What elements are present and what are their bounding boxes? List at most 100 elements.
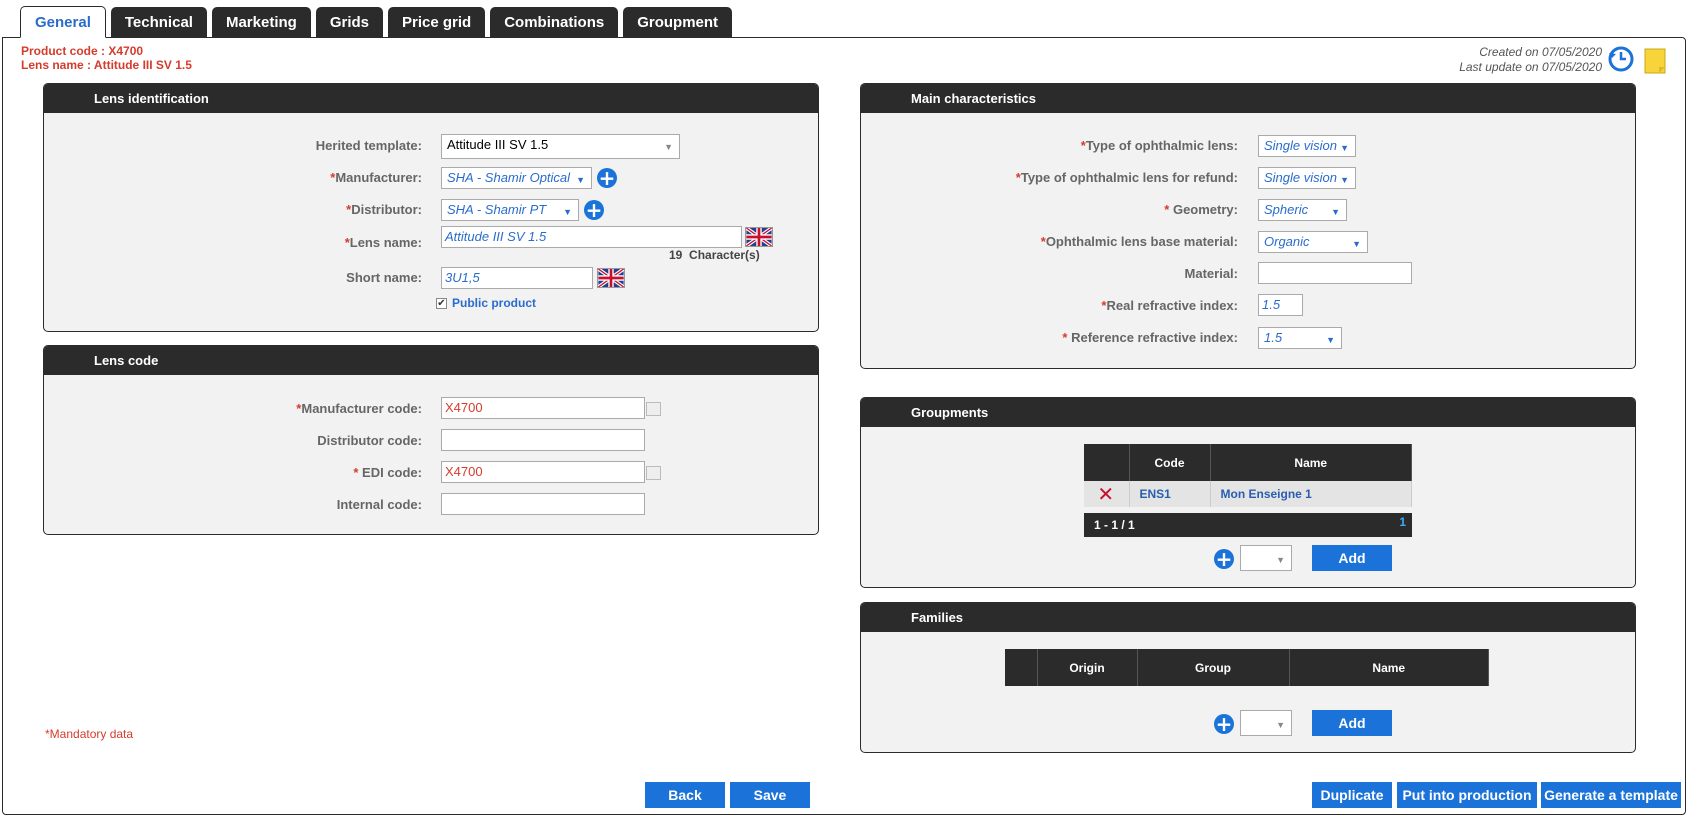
distributor-label: *Distributor: bbox=[346, 202, 422, 217]
tab-combinations[interactable]: Combinations bbox=[490, 7, 619, 38]
type-lens-refund-select[interactable]: Single vision ▼ bbox=[1258, 167, 1356, 189]
barcode-image-icon[interactable] bbox=[646, 466, 661, 480]
origin-column-header[interactable]: Origin bbox=[1037, 649, 1138, 686]
short-name-input[interactable]: 3U1,5 bbox=[441, 267, 593, 289]
ref-index-value: 1.5 bbox=[1264, 330, 1283, 345]
barcode-image-icon[interactable] bbox=[646, 402, 661, 416]
lens-name-label: *Lens name: bbox=[344, 235, 422, 250]
updated-date: Last update on 07/05/2020 bbox=[1459, 60, 1602, 74]
tab-technical[interactable]: Technical bbox=[110, 7, 207, 38]
back-button[interactable]: Back bbox=[645, 782, 725, 808]
chevron-down-icon: ▼ bbox=[1326, 335, 1335, 345]
name-cell[interactable]: Mon Enseigne 1 bbox=[1210, 481, 1412, 507]
geometry-select[interactable]: Spheric ▼ bbox=[1258, 199, 1347, 221]
tab-marketing[interactable]: Marketing bbox=[211, 7, 311, 38]
groupment-select[interactable]: ▼ bbox=[1240, 545, 1292, 571]
type-lens-select[interactable]: Single vision ▼ bbox=[1258, 135, 1356, 157]
ref-index-select[interactable]: 1.5 ▼ bbox=[1258, 327, 1342, 349]
select-column-header bbox=[1005, 649, 1038, 686]
distributor-value: SHA - Shamir PT bbox=[447, 202, 547, 217]
add-groupment-plus-icon[interactable]: + bbox=[1214, 549, 1234, 569]
internal-code-input[interactable] bbox=[441, 493, 645, 515]
dates-info: Created on 07/05/2020 Last update on 07/… bbox=[1459, 45, 1602, 75]
lens-identification-panel: Lens identification Herited template: At… bbox=[43, 83, 819, 332]
lens-name-input[interactable]: Attitude III SV 1.5 bbox=[441, 226, 742, 248]
material-label: Material: bbox=[1184, 266, 1238, 281]
chevron-down-icon: ▼ bbox=[1276, 555, 1285, 565]
lens-name-header: Lens name : Attitude III SV 1.5 bbox=[21, 58, 192, 72]
generate-template-button[interactable]: Generate a template bbox=[1541, 782, 1681, 808]
delete-x-icon[interactable]: ✕ bbox=[1097, 482, 1114, 506]
chevron-down-icon: ▼ bbox=[563, 207, 572, 217]
type-lens-value: Single vision bbox=[1264, 138, 1337, 153]
groupments-table: Code Name ✕ ENS1 Mon Enseigne 1 bbox=[1084, 444, 1412, 507]
manufacturer-label: *Manufacturer: bbox=[330, 170, 422, 185]
panel-title: Lens code bbox=[44, 346, 818, 375]
delete-cell: ✕ bbox=[1084, 481, 1130, 507]
type-lens-label: *Type of ophthalmic lens: bbox=[1080, 138, 1238, 153]
add-family-plus-icon[interactable]: + bbox=[1214, 714, 1234, 734]
note-icon[interactable] bbox=[1643, 45, 1667, 75]
group-column-header[interactable]: Group bbox=[1137, 649, 1290, 686]
product-info: Product code : X4700 Lens name : Attitud… bbox=[21, 44, 192, 72]
character-count: 19 Character(s) bbox=[669, 248, 760, 262]
add-manufacturer-icon[interactable]: + bbox=[597, 168, 617, 188]
internal-code-label: Internal code: bbox=[336, 497, 422, 512]
chevron-down-icon: ▼ bbox=[576, 175, 585, 185]
table-row: ✕ ENS1 Mon Enseigne 1 bbox=[1084, 481, 1412, 507]
tab-bar: General Technical Marketing Grids Price … bbox=[20, 6, 737, 38]
panel-title: Groupments bbox=[861, 398, 1635, 427]
add-groupment-button[interactable]: Add bbox=[1312, 545, 1392, 571]
put-into-production-button[interactable]: Put into production bbox=[1397, 782, 1537, 808]
duplicate-button[interactable]: Duplicate bbox=[1312, 782, 1392, 808]
page-number[interactable]: 1 bbox=[1399, 510, 1406, 534]
lens-code-panel: Lens code *Manufacturer code: X4700 Dist… bbox=[43, 345, 819, 535]
distributor-select[interactable]: SHA - Shamir PT ▼ bbox=[441, 199, 579, 221]
uk-flag-icon[interactable] bbox=[745, 227, 773, 247]
tab-groupment[interactable]: Groupment bbox=[623, 7, 733, 38]
real-index-label: *Real refractive index: bbox=[1101, 298, 1238, 313]
base-material-select[interactable]: Organic ▼ bbox=[1258, 231, 1368, 253]
name-column-header[interactable]: Name bbox=[1289, 649, 1489, 686]
chevron-down-icon: ▼ bbox=[1276, 720, 1285, 730]
chevron-down-icon: ▼ bbox=[664, 142, 673, 152]
type-lens-refund-label: *Type of ophthalmic lens for refund: bbox=[1015, 170, 1238, 185]
manufacturer-code-label: *Manufacturer code: bbox=[296, 401, 422, 416]
edi-code-input[interactable]: X4700 bbox=[441, 461, 645, 483]
created-date: Created on 07/05/2020 bbox=[1479, 45, 1602, 59]
public-product-checkbox[interactable]: ✔ bbox=[436, 297, 447, 309]
public-product-label: Public product bbox=[452, 296, 536, 310]
delete-column-header bbox=[1084, 444, 1130, 481]
manufacturer-select[interactable]: SHA - Shamir Optical ▼ bbox=[441, 167, 592, 189]
panel-title: Main characteristics bbox=[861, 84, 1635, 113]
add-family-button[interactable]: Add bbox=[1312, 710, 1392, 736]
history-clock-icon[interactable] bbox=[1607, 45, 1635, 73]
save-button[interactable]: Save bbox=[730, 782, 810, 808]
public-product-row: ✔ Public product bbox=[436, 296, 536, 310]
ref-index-label: * Reference refractive index: bbox=[1062, 330, 1238, 345]
distributor-code-label: Distributor code: bbox=[317, 433, 422, 448]
herited-template-label: Herited template: bbox=[315, 138, 422, 153]
add-distributor-icon[interactable]: + bbox=[584, 200, 604, 220]
edi-code-label: * EDI code: bbox=[353, 465, 422, 480]
code-column-header[interactable]: Code bbox=[1129, 444, 1211, 481]
chevron-down-icon: ▼ bbox=[1331, 207, 1340, 217]
geometry-label: * Geometry: bbox=[1164, 202, 1238, 217]
chevron-down-icon: ▼ bbox=[1352, 239, 1361, 249]
base-material-value: Organic bbox=[1264, 234, 1310, 249]
name-column-header[interactable]: Name bbox=[1210, 444, 1412, 481]
short-name-label: Short name: bbox=[346, 270, 422, 285]
chevron-down-icon: ▼ bbox=[1340, 175, 1349, 185]
tab-price-grid[interactable]: Price grid bbox=[388, 7, 486, 38]
tab-grids[interactable]: Grids bbox=[315, 7, 384, 38]
tab-general[interactable]: General bbox=[20, 6, 106, 38]
distributor-code-input[interactable] bbox=[441, 429, 645, 451]
uk-flag-icon[interactable] bbox=[597, 268, 625, 288]
base-material-label: *Ophthalmic lens base material: bbox=[1040, 234, 1238, 249]
manufacturer-code-input[interactable]: X4700 bbox=[441, 397, 645, 419]
real-index-input[interactable]: 1.5 bbox=[1258, 294, 1303, 316]
family-select[interactable]: ▼ bbox=[1240, 710, 1292, 736]
herited-template-select[interactable]: Attitude III SV 1.5 ▼ bbox=[441, 134, 680, 159]
panel-title: Families bbox=[861, 603, 1635, 632]
material-input[interactable] bbox=[1258, 262, 1412, 284]
